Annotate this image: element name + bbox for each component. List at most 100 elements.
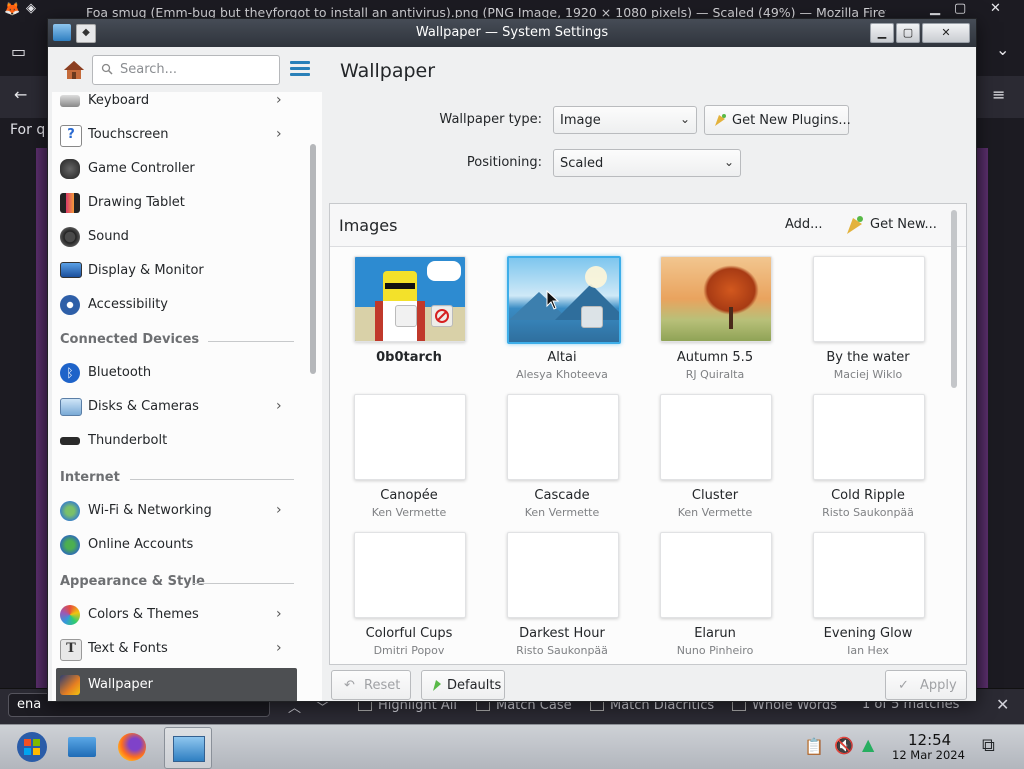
get-new-wallpapers-button[interactable]: Get New... — [842, 212, 942, 238]
wallpaper-open-icon[interactable] — [395, 305, 417, 327]
show-desktop-icon[interactable]: ⧉ — [982, 735, 995, 756]
file-manager-button[interactable] — [64, 729, 100, 765]
wallpaper-author: RJ Quiralta — [685, 368, 745, 381]
chevron-down-icon: ⌄ — [723, 155, 734, 169]
network-status-icon[interactable]: ▲ — [862, 735, 874, 754]
wallpaper-author: Dmitri Popov — [373, 644, 445, 657]
start-orb-icon — [17, 732, 47, 762]
close-findbar-icon[interactable]: ✕ — [996, 695, 1009, 714]
add-image-button[interactable]: Add... — [785, 217, 823, 232]
wallpaper-tile[interactable]: Elarun Nuno Pinheiro — [639, 524, 789, 660]
sidebar-item-label: Wallpaper — [88, 677, 154, 692]
chevron-right-icon: › — [276, 126, 282, 142]
wallpaper-tile[interactable]: Cold Ripple Risto Saukonpää — [792, 386, 942, 522]
system-settings-taskbar-button[interactable] — [164, 727, 212, 769]
window-titlebar[interactable]: ◆ Wallpaper — System Settings ▁ ▢ ✕ — [48, 19, 976, 47]
list-all-tabs-icon[interactable]: ⌄ — [996, 40, 1009, 59]
wallpaper-tile[interactable]: Colorful Cups Dmitri Popov — [333, 524, 483, 660]
sidebar-item-display-monitor[interactable]: Display & Monitor — [52, 254, 302, 288]
wallpaper-name: Cluster — [691, 488, 739, 503]
sidebar-item-touchscreen[interactable]: ? Touchscreen › — [52, 118, 302, 152]
close-icon[interactable]: ✕ — [990, 1, 1001, 16]
page-title: Wallpaper — [340, 60, 436, 82]
wallpaper-tile[interactable]: Canopée Ken Vermette — [333, 386, 483, 522]
reset-button[interactable]: ↶ Reset — [331, 670, 411, 700]
sidebar-item-colors-themes[interactable]: Colors & Themes › — [52, 598, 302, 632]
wallpaper-author: Ken Vermette — [371, 506, 447, 519]
wallpaper-name: By the water — [826, 350, 910, 365]
sidebar-item-game-controller[interactable]: Game Controller — [52, 152, 302, 186]
chevron-right-icon: › — [276, 398, 282, 414]
clock-time[interactable]: 12:54 — [908, 731, 951, 749]
maximize-button[interactable]: ▢ — [896, 23, 920, 43]
sidebar-item-online-accounts[interactable]: Online Accounts — [52, 528, 302, 562]
wallpaper-tile[interactable]: Altai Alesya Khoteeva — [486, 248, 636, 384]
wallpaper-thumbnail — [813, 394, 925, 480]
sidebar-item-wifi-networking[interactable]: Wi-Fi & Networking › — [52, 494, 302, 528]
bluetooth-icon: ᛒ — [60, 363, 80, 383]
sidebar-item-bluetooth[interactable]: ᛒ Bluetooth — [52, 356, 302, 390]
online-accounts-icon — [60, 535, 80, 555]
wallpaper-page: Wallpaper Wallpaper type: Image ⌄ Get Ne… — [322, 50, 972, 701]
sidebar-item-accessibility[interactable]: Accessibility — [52, 288, 302, 322]
system-settings-window: ◆ Wallpaper — System Settings ▁ ▢ ✕ Sear… — [47, 18, 977, 702]
volume-muted-icon[interactable]: 🔇 — [834, 736, 854, 755]
sidebar-scrollbar[interactable] — [310, 92, 316, 701]
start-menu-button[interactable] — [14, 729, 50, 765]
firefox-taskbar-button[interactable] — [114, 729, 150, 765]
back-icon[interactable]: ← — [14, 85, 27, 104]
hamburger-menu-icon[interactable] — [290, 61, 310, 79]
window-menu-icon[interactable]: ◈ — [26, 1, 36, 16]
wallpaper-tile[interactable]: Cascade Ken Vermette — [486, 386, 636, 522]
wallpaper-tile[interactable]: 0b0tarch — [333, 248, 483, 384]
wallpaper-tile[interactable]: By the water Maciej Wiklo — [792, 248, 942, 384]
sidebar-item-drawing-tablet[interactable]: Drawing Tablet — [52, 186, 302, 220]
wallpaper-thumbnail — [354, 532, 466, 618]
wallpaper-name: Cold Ripple — [831, 488, 905, 503]
sidebar-item-keyboard[interactable]: Keyboard › — [52, 92, 302, 118]
defaults-button[interactable]: Defaults — [421, 670, 505, 700]
firefox-icon — [118, 733, 146, 761]
search-input[interactable]: Search... — [92, 55, 280, 85]
sidebar-item-label: Display & Monitor — [88, 263, 204, 278]
remove-wallpaper-icon[interactable] — [431, 305, 453, 327]
wallpaper-open-icon[interactable] — [581, 306, 603, 328]
sidebar-item-label: Sound — [88, 229, 129, 244]
get-new-label: Get New... — [870, 217, 937, 232]
wallpaper-tile[interactable]: Cluster Ken Vermette — [639, 386, 789, 522]
sidebar-item-label: Game Controller — [88, 161, 195, 176]
thunderbolt-icon — [60, 437, 80, 445]
sidebar-item-text-fonts[interactable]: T Text & Fonts › — [52, 632, 302, 666]
wallpaper-author: Risto Saukonpää — [516, 644, 608, 657]
clock-date[interactable]: 12 Mar 2024 — [892, 748, 965, 762]
clipboard-icon[interactable]: 📋 — [804, 737, 824, 756]
wallpaper-type-select[interactable]: Image ⌄ — [553, 106, 697, 134]
sidebar-item-wallpaper[interactable]: Wallpaper — [56, 668, 297, 701]
fonts-icon: T — [60, 639, 82, 661]
wallpaper-name: Colorful Cups — [365, 626, 453, 641]
sidebar-item-disks-cameras[interactable]: Disks & Cameras › — [52, 390, 302, 424]
colors-icon — [60, 605, 80, 625]
get-new-plugins-button[interactable]: Get New Plugins... — [704, 105, 851, 135]
sidebar-item-thunderbolt[interactable]: Thunderbolt — [52, 424, 302, 458]
apply-button[interactable]: ✓ Apply — [885, 670, 967, 700]
sidebar-item-sound[interactable]: Sound — [52, 220, 302, 254]
positioning-select[interactable]: Scaled ⌄ — [553, 149, 741, 177]
tab-overview-icon[interactable]: ▭ — [11, 42, 26, 61]
minimize-icon[interactable]: ▁ — [930, 1, 940, 16]
maximize-icon[interactable]: ▢ — [954, 1, 966, 16]
mouse-cursor-icon — [546, 290, 560, 310]
wallpaper-author: Risto Saukonpää — [822, 506, 914, 519]
images-scrollbar[interactable] — [950, 208, 958, 660]
get-new-icon — [847, 216, 863, 234]
wallpaper-tile[interactable]: Autumn 5.5 RJ Quiralta — [639, 248, 789, 384]
wallpaper-name: Cascade — [534, 488, 590, 503]
wallpaper-tile[interactable]: Evening Glow Ian Hex — [792, 524, 942, 660]
home-icon[interactable] — [62, 58, 86, 82]
wallpaper-tile[interactable]: Darkest Hour Risto Saukonpää — [486, 524, 636, 660]
sidebar-item-label: Touchscreen — [88, 127, 169, 142]
close-button[interactable]: ✕ — [922, 23, 970, 43]
app-menu-icon[interactable]: ≡ — [992, 85, 1005, 104]
images-header: Images Add... Get New... — [330, 204, 966, 247]
minimize-button[interactable]: ▁ — [870, 23, 894, 43]
